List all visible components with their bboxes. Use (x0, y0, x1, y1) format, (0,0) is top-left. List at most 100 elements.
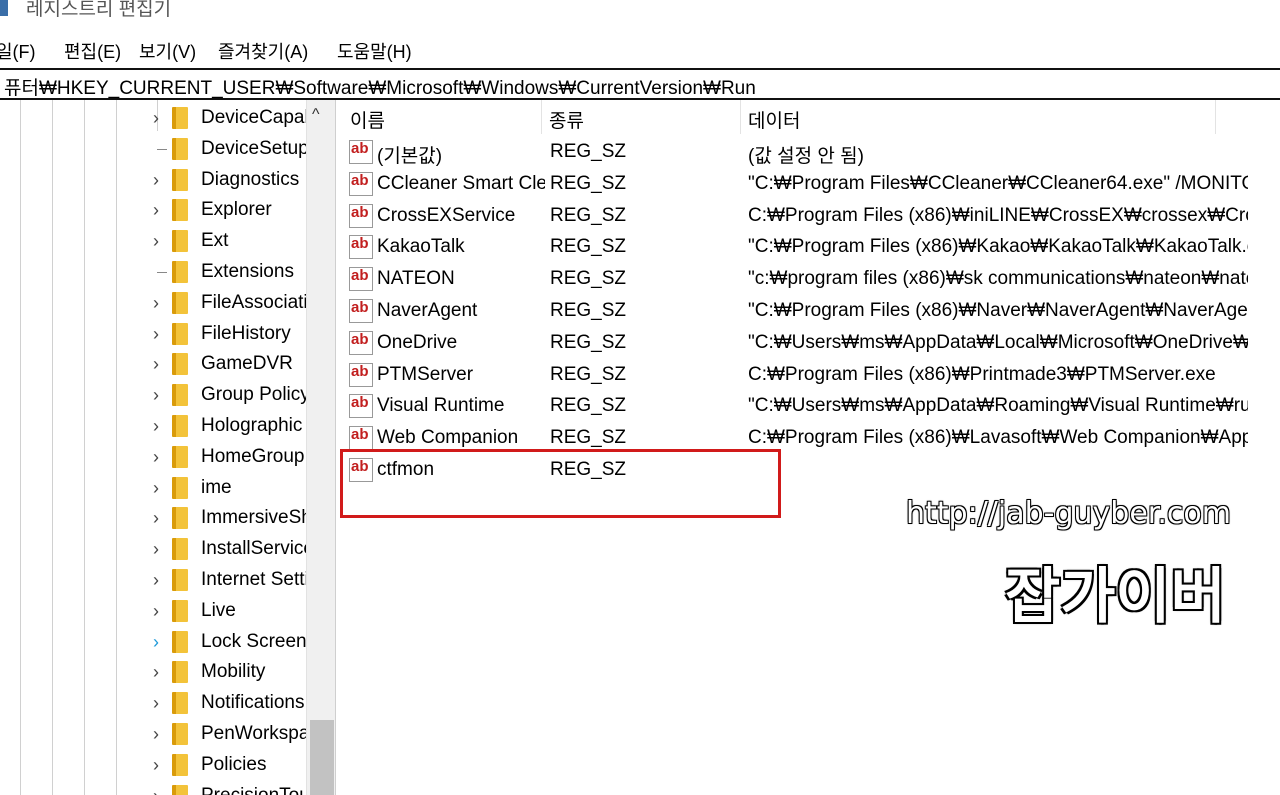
address-path[interactable]: 퓨터₩HKEY_CURRENT_USER₩Software₩Microsoft₩… (4, 73, 756, 100)
reg-string-icon: ab (349, 299, 373, 323)
tree-item[interactable]: › Mobility (0, 657, 306, 688)
expand-chevron-icon[interactable]: › (148, 231, 164, 252)
value-type: REG_SZ (550, 236, 627, 258)
value-row[interactable]: ab (기본값) REG_SZ (값 설정 안 됨) (336, 137, 1280, 169)
tree-item[interactable]: › Lock Screen (0, 627, 307, 658)
expand-chevron-icon[interactable]: › (148, 385, 164, 406)
reg-string-icon: ab (349, 203, 373, 228)
tree-item[interactable]: › Internet Settings (0, 565, 307, 596)
reg-string-icon: ab (349, 235, 373, 260)
value-name: NaverAgent (377, 300, 478, 321)
value-name: OneDrive (377, 331, 458, 353)
value-row[interactable]: ab PTMServer REG_SZ C:₩Program Files (x86)₩… (336, 360, 1280, 392)
tree-item[interactable]: › PrecisionTouchPad (0, 781, 307, 795)
value-data: "c:₩program files (x86)₩sk communication… (748, 268, 1248, 290)
tree-item-label: GameDVR (201, 353, 293, 375)
folder-icon (172, 599, 188, 622)
reg-string-icon: ab (349, 171, 373, 196)
scroll-up-arrow-icon[interactable]: ^ (312, 106, 320, 124)
tree-item-label: Extensions (201, 261, 294, 282)
tree-item[interactable]: › PenWorkspace (0, 719, 307, 750)
tree-item[interactable]: › Policies (0, 750, 306, 781)
tree-item[interactable]: Extensions (0, 257, 306, 288)
value-row[interactable]: ab NaverAgent REG_SZ "C:₩Program Files (x86… (336, 296, 1280, 328)
column-header-data[interactable]: 데이터 (748, 100, 1216, 134)
tree-item-label: DeviceCapabilities (201, 107, 307, 128)
tree-item-label: PrecisionTouchPad (201, 785, 307, 795)
tree-item[interactable]: › GameDVR (0, 349, 306, 380)
folder-icon (172, 476, 188, 499)
tree-item[interactable]: › Diagnostics (0, 165, 306, 196)
tree-item-label: FileHistory (201, 322, 291, 344)
expand-chevron-icon[interactable]: › (148, 508, 164, 529)
expand-chevron-icon[interactable]: › (148, 354, 164, 375)
value-row[interactable]: abCCleaner Smart CleaningREG_SZ "C:₩Progr… (336, 169, 1280, 201)
menu-help[interactable]: 도움말(H) (337, 38, 412, 64)
value-type: REG_SZ (550, 204, 627, 226)
tree-item-label: Live (201, 599, 236, 621)
expand-chevron-icon[interactable]: › (148, 693, 164, 714)
folder-icon (172, 230, 188, 253)
expand-chevron-icon[interactable]: › (148, 108, 164, 129)
expand-chevron-icon[interactable]: › (148, 200, 164, 221)
expand-chevron-icon[interactable]: › (148, 724, 164, 745)
value-name: Visual Runtime (377, 395, 505, 417)
expand-chevron-icon[interactable]: › (148, 539, 164, 560)
expand-chevron-icon[interactable]: › (148, 170, 164, 191)
folder-icon (172, 353, 188, 376)
expand-chevron-icon[interactable]: › (148, 416, 164, 437)
tree-item[interactable]: › InstallService (0, 534, 307, 565)
tree-item[interactable]: › ImmersiveShell (0, 503, 307, 534)
tree-item[interactable]: › Notifications (0, 688, 306, 719)
value-row[interactable]: ab OneDrive REG_SZ "C:₩Users₩ms₩AppData₩Loc… (336, 328, 1280, 360)
tree-item-label: Lock Screen (201, 630, 307, 652)
value-data: "C:₩Program Files (x86)₩Naver₩NaverAgent… (748, 300, 1248, 321)
value-row[interactable]: ab KakaoTalk REG_SZ "C:₩Program Files (x86)… (336, 232, 1280, 264)
menu-view[interactable]: 보기(V) (139, 38, 196, 64)
value-type: REG_SZ (550, 395, 627, 417)
expand-chevron-icon[interactable]: › (148, 601, 164, 622)
tree-item[interactable]: › HomeGroup (0, 442, 306, 473)
tree-item[interactable]: › Group Policy (0, 380, 307, 411)
expand-chevron-icon[interactable]: › (148, 447, 164, 468)
expand-chevron-icon[interactable]: › (148, 662, 164, 683)
tree-connector-line (157, 148, 167, 150)
expand-chevron-icon[interactable]: › (148, 478, 164, 499)
menu-file[interactable]: 일(F) (0, 38, 36, 64)
address-bar[interactable]: 퓨터₩HKEY_CURRENT_USER₩Software₩Microsoft₩… (0, 68, 1280, 100)
folder-icon (172, 753, 188, 776)
column-header-name[interactable]: 이름 (350, 100, 542, 134)
tree-item[interactable]: › Explorer (0, 195, 306, 226)
value-type: REG_SZ (550, 141, 627, 162)
folder-icon (172, 137, 188, 160)
tree-item[interactable]: › ime (0, 473, 306, 504)
tree-item[interactable]: › DeviceCapabilities (0, 103, 307, 134)
value-row[interactable]: ab NATEON REG_SZ "c:₩program files (x86)₩sk… (336, 264, 1280, 296)
value-row[interactable]: ab CrossEXService REG_SZ C:₩Program Files (… (336, 201, 1280, 233)
tree-item[interactable]: › Holographic (0, 411, 306, 442)
menu-favorites[interactable]: 즐겨찾기(A) (218, 38, 308, 64)
tree-item[interactable]: › Live (0, 596, 306, 627)
scroll-thumb[interactable] (310, 720, 334, 795)
tree-item[interactable]: › FileHistory (0, 319, 306, 350)
expand-chevron-icon[interactable]: › (148, 755, 164, 776)
expand-chevron-icon[interactable]: › (148, 570, 164, 591)
title-bar: 레지스트리 편집기 (0, 0, 1280, 24)
tree-scrollbar[interactable]: ^ (306, 100, 335, 795)
menu-edit[interactable]: 편집(E) (64, 38, 121, 64)
tree-item-label: ime (201, 476, 232, 498)
expand-chevron-icon[interactable]: › (148, 293, 164, 314)
expand-chevron-icon[interactable]: › (148, 632, 164, 653)
value-data: C:₩Program Files (x86)₩Printmade3₩PTMSer… (748, 363, 1216, 385)
value-row[interactable]: ab Visual Runtime REG_SZ "C:₩Users₩ms₩AppDa… (336, 391, 1280, 423)
tree-connector-line (157, 272, 167, 273)
expand-chevron-icon[interactable]: › (148, 786, 164, 795)
folder-icon (172, 291, 188, 314)
column-header-type[interactable]: 종류 (549, 100, 741, 134)
key-tree-pane: › DeviceCapabilities DeviceSetup › Diagnosti… (0, 100, 336, 795)
tree-item[interactable]: DeviceSetup (0, 134, 307, 165)
reg-string-icon: ab (349, 394, 373, 419)
expand-chevron-icon[interactable]: › (148, 324, 164, 345)
tree-item[interactable]: › FileAssociations (0, 288, 307, 319)
tree-item[interactable]: › Ext (0, 226, 306, 257)
